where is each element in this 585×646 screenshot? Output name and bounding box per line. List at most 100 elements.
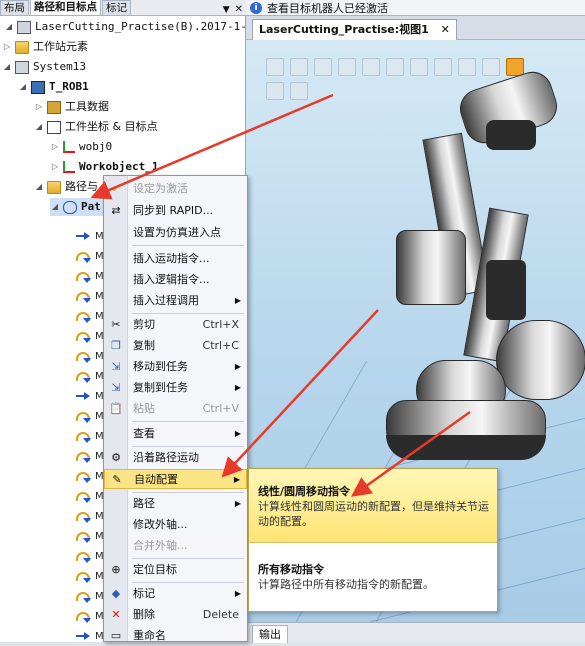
collapse-icon[interactable]: ◢ [50,198,60,216]
menu-modify-external-axis[interactable]: 修改外轴... [104,514,247,534]
collapse-icon[interactable]: ◢ [34,178,44,196]
move-instruction-item[interactable]: M [76,586,104,606]
menu-cut[interactable]: ✂ 剪切 Ctrl+X [104,314,247,334]
move-instruction-item[interactable]: M [76,446,104,466]
tool-data-icon [47,100,61,114]
menu-move-along-path[interactable]: ⚙ 沿着路径运动 [104,447,247,467]
tree-tool-data[interactable]: ▷ 工具数据 [34,98,109,116]
move-instruction-item[interactable]: M [76,306,104,326]
move-instruction-item[interactable]: M [76,466,104,486]
move-instruction-item[interactable]: M [76,386,104,406]
tree-workobjects[interactable]: ◢ 工件坐标 & 目标点 [34,118,158,136]
collapse-icon[interactable]: ◢ [2,58,12,76]
move-instruction-item[interactable]: M [76,326,104,346]
menu-copy-to-task[interactable]: ⇲ 复制到任务 ▶ [104,377,247,397]
submenu-item-linear-circular[interactable]: 线性/圆周移动指令 计算线性和圆周运动的新配置，但是维持关节运动的配置。 [249,469,497,543]
menu-path[interactable]: 路径 ▶ [104,493,247,513]
menu-locate-target[interactable]: ⊕ 定位目标 [104,559,247,579]
tree-path-item[interactable]: ◢ Pat [50,198,106,216]
close-icon[interactable]: ✕ [441,23,450,36]
sync-icon: ⇄ [111,203,121,217]
select-part-icon[interactable] [338,58,356,76]
move-instruction-item[interactable]: M [76,266,104,286]
select-target-icon[interactable] [386,58,404,76]
view-center-icon[interactable] [290,58,308,76]
menu-set-active[interactable]: ✔ 设定为激活 [104,178,247,198]
move-instruction-item[interactable]: M [76,426,104,446]
move-circular-icon [76,371,91,383]
expand-icon[interactable]: ▷ [2,38,12,56]
move-instruction-item[interactable]: M [76,246,104,266]
menu-paste[interactable]: 📋 粘贴 Ctrl+V [104,398,247,418]
tree-robot[interactable]: ◢ T_ROB1 [18,78,89,96]
tree-workobject1[interactable]: ▷ Workobject_1 [50,158,158,176]
menu-merge-external-axis[interactable]: 合并外轴... [104,535,247,555]
move-instruction-item[interactable]: M [76,486,104,506]
scissors-icon: ✂ [111,317,121,331]
expand-icon[interactable]: ▷ [50,138,60,156]
tab-output[interactable]: 输出 [252,625,288,643]
snap-edge-icon[interactable] [458,58,476,76]
submenu-arrow-icon: ▶ [234,361,241,371]
collapse-icon[interactable]: ◢ [34,118,44,136]
tab-layout[interactable]: 布局 [0,0,29,15]
menu-move-to-task[interactable]: ⇲ 移动到任务 ▶ [104,356,247,376]
snap-end-icon[interactable] [482,58,500,76]
play-icon[interactable] [266,82,284,100]
tree-wobj0[interactable]: ▷ wobj0 [50,138,112,156]
move-circular-icon [76,511,91,523]
menu-auto-config[interactable]: ✎ 自动配置 ▶ [104,469,247,489]
copy-icon: ❐ [111,338,121,352]
view-all-icon[interactable] [266,58,284,76]
move-instruction-item[interactable]: M [76,526,104,546]
stop-icon[interactable] [290,82,308,100]
tab-dropdown-icon[interactable]: ▼ [221,5,232,15]
auto-config-icon: ✎ [112,472,122,486]
close-icon[interactable]: ✕ [232,4,246,15]
move-instruction-item[interactable]: M [76,226,104,246]
robot-icon [31,80,45,94]
submenu-linear-circular-title: 线性/圆周移动指令 [258,485,351,498]
move-circular-icon [76,311,91,323]
move-instruction-item[interactable]: M [76,406,104,426]
collapse-icon[interactable]: ◢ [18,78,28,96]
tree-system-label: System13 [33,60,86,73]
move-circular-icon [76,591,91,603]
move-instruction-item[interactable]: M [76,606,104,626]
menu-tag[interactable]: ◆ 标记 ▶ [104,583,247,603]
menu-rename[interactable]: ▭ 重命名 [104,625,247,645]
menu-view[interactable]: 查看 ▶ [104,423,247,443]
move-instruction-item[interactable]: M [76,506,104,526]
menu-copy[interactable]: ❐ 复制 Ctrl+C [104,335,247,355]
snap-object-icon[interactable] [410,58,428,76]
menu-insert-motion[interactable]: 插入运动指令... [104,248,247,268]
move-instruction-item[interactable]: M [76,546,104,566]
select-group-icon[interactable] [362,58,380,76]
move-instruction-item[interactable]: M [76,366,104,386]
menu-insert-logic[interactable]: 插入逻辑指令... [104,269,247,289]
tree-station-elements-label: 工作站元素 [33,40,88,53]
tab-tags[interactable]: 标记 [102,0,131,15]
tree-system[interactable]: ◢ System13 [2,58,86,76]
tab-view1[interactable]: LaserCutting_Practise:视图1 ✕ [252,19,457,40]
tree-station-elements[interactable]: ▷ 工作站元素 [2,38,88,56]
submenu-arrow-icon: ▶ [234,588,241,598]
select-icon[interactable] [314,58,332,76]
snap-center-icon[interactable] [434,58,452,76]
wobj-icon [63,141,75,153]
menu-sync-rapid[interactable]: ⇄ 同步到 RAPID... [104,200,247,220]
menu-insert-proc-call[interactable]: 插入过程调用 ▶ [104,290,247,310]
submenu-item-all-moves[interactable]: 所有移动指令 计算路径中所有移动指令的新配置。 [249,543,497,611]
move-instruction-item[interactable]: M [76,566,104,586]
menu-delete[interactable]: ✕ 删除 Delete [104,604,247,624]
collapse-icon[interactable]: ◢ [4,18,14,36]
tree-paths-procedures[interactable]: ◢ 路径与 [34,178,98,196]
move-instruction-item[interactable]: M [76,346,104,366]
menu-set-sim-entry[interactable]: 设置为仿真进入点 [104,222,247,242]
tree-project[interactable]: ◢ LaserCutting_Practise(B).2017-1- [4,18,247,36]
expand-icon[interactable]: ▷ [34,98,44,116]
tab-paths-targets[interactable]: 路径和目标点 [30,0,101,15]
expand-icon[interactable]: ▷ [50,158,60,176]
move-instruction-item[interactable]: M [76,626,104,646]
move-instruction-item[interactable]: M [76,286,104,306]
